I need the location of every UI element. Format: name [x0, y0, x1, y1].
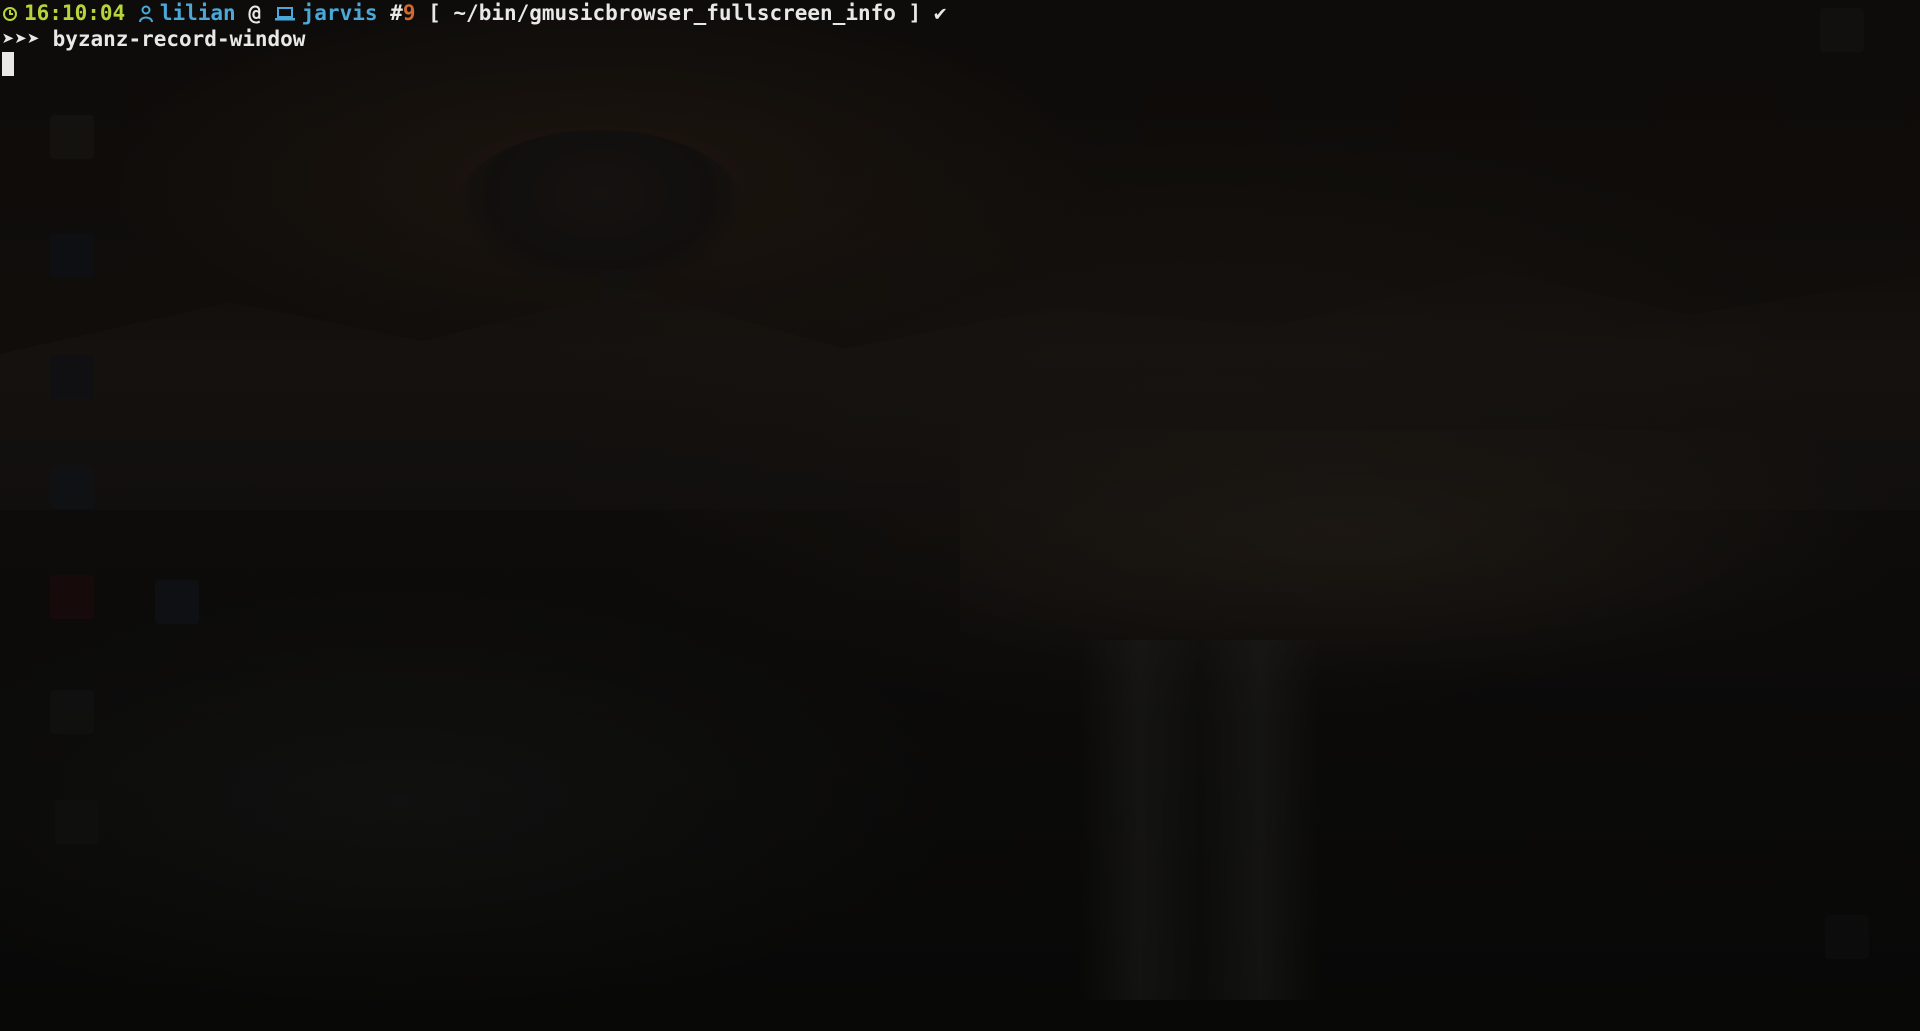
prompt-hash: # [390, 1, 403, 25]
user-icon [138, 3, 154, 23]
terminal-cursor [2, 52, 14, 76]
command-text: byzanz-record-window [52, 27, 306, 51]
clock-icon [2, 3, 18, 23]
input-line[interactable] [2, 52, 1920, 78]
command-prefix: ➤➤➤ [2, 27, 40, 51]
command-line: ➤➤➤ byzanz-record-window [2, 26, 1920, 52]
terminal-window[interactable]: 16:10:04 lilian @ jarvis #9 [ ~/bin/gmus… [0, 0, 1920, 1031]
laptop-icon [274, 3, 296, 23]
prompt-path: [ ~/bin/gmusicbrowser_fullscreen_info ] [428, 1, 922, 25]
prompt-line: 16:10:04 lilian @ jarvis #9 [ ~/bin/gmus… [2, 0, 1920, 26]
prompt-user: lilian [159, 1, 236, 25]
prompt-at: @ [248, 1, 261, 25]
desktop-screen: 16:10:04 lilian @ jarvis #9 [ ~/bin/gmus… [0, 0, 1920, 1031]
prompt-status-check: ✔ [933, 1, 947, 25]
prompt-time: 16:10:04 [24, 1, 126, 25]
prompt-host: jarvis [301, 1, 378, 25]
prompt-number: 9 [402, 1, 416, 25]
